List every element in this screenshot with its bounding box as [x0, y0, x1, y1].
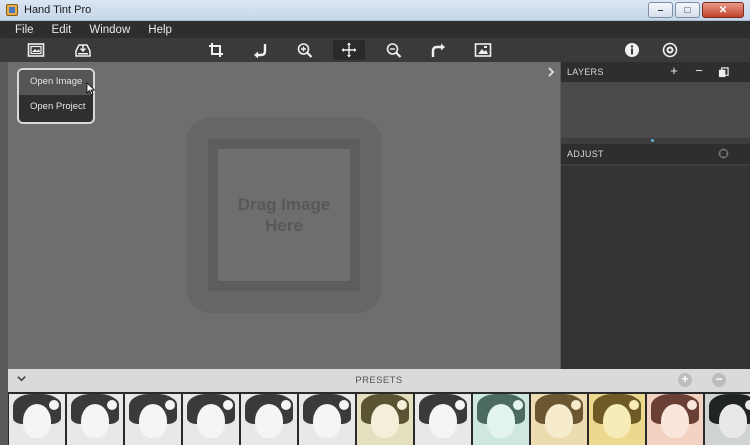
chevron-right-icon[interactable]: [545, 66, 557, 78]
layers-header: LAYERS + −: [561, 62, 750, 82]
preset-thumbnail[interactable]: [357, 394, 413, 445]
preset-thumbnail-face: [487, 404, 515, 438]
settings-icon[interactable]: [654, 40, 686, 60]
layers-title: LAYERS: [567, 67, 604, 77]
presets-title: PRESETS: [355, 375, 403, 386]
preset-thumbnail[interactable]: [9, 394, 65, 445]
reset-adjust-icon[interactable]: [716, 147, 730, 162]
preset-thumbnail-flower: [685, 398, 699, 412]
close-icon: ✕: [718, 4, 728, 16]
maximize-button[interactable]: □: [675, 2, 700, 18]
preset-thumbnail[interactable]: [589, 394, 645, 445]
preset-thumbnail-flower: [511, 398, 525, 412]
drop-zone-label: Drag Image Here: [237, 195, 331, 235]
preset-thumbnail-face: [545, 404, 573, 438]
remove-layer-icon[interactable]: −: [692, 63, 706, 78]
presets-header: PRESETS + −: [8, 369, 750, 392]
preset-thumbnail[interactable]: [473, 394, 529, 445]
fit-image-icon[interactable]: [467, 40, 499, 60]
preset-thumbnail-face: [23, 404, 51, 438]
preset-thumbnail-face: [313, 404, 341, 438]
window-controls: – □ ✕: [648, 2, 744, 18]
rotate-left-icon[interactable]: [245, 40, 277, 60]
open-image-icon[interactable]: [20, 40, 52, 60]
preset-thumbnail-flower: [47, 398, 61, 412]
adjust-panel-body: [561, 166, 750, 369]
menu-file[interactable]: File: [6, 21, 43, 38]
preset-thumbnail[interactable]: [705, 394, 750, 445]
preset-thumbnail-flower: [221, 398, 235, 412]
info-icon[interactable]: [616, 40, 648, 60]
preset-thumbnail-face: [661, 404, 689, 438]
preset-thumbnail[interactable]: [67, 394, 123, 445]
app-logo-icon: [6, 4, 18, 16]
minimize-icon: –: [657, 4, 664, 16]
preset-thumbnail-face: [197, 404, 225, 438]
preset-thumbnail-flower: [105, 398, 119, 412]
mouse-cursor-icon: [86, 82, 96, 96]
preset-thumbnail[interactable]: [183, 394, 239, 445]
preset-thumbnail-face: [255, 404, 283, 438]
rotate-right-icon[interactable]: [422, 40, 454, 60]
preset-thumbnail[interactable]: [415, 394, 471, 445]
preset-thumbnail-face: [429, 404, 457, 438]
preset-thumbnail-face: [81, 404, 109, 438]
preset-thumbnail-face: [719, 404, 747, 438]
menu-help[interactable]: Help: [139, 21, 181, 38]
close-button[interactable]: ✕: [702, 2, 744, 18]
open-dropdown-menu: Open Image Open Project: [17, 68, 95, 124]
preset-thumbnail[interactable]: [647, 394, 703, 445]
minimize-button[interactable]: –: [648, 2, 673, 18]
toolbar: [0, 38, 750, 62]
preset-thumbnail-flower: [743, 398, 750, 412]
right-panel: LAYERS + − ADJUST: [561, 62, 750, 369]
preset-thumbnail-face: [371, 404, 399, 438]
panel-resize-handle[interactable]: [651, 139, 654, 142]
presets-strip: [8, 392, 750, 445]
app-window: Hand Tint Pro – □ ✕ File Edit Window Hel…: [0, 0, 750, 445]
add-layer-icon[interactable]: +: [667, 63, 681, 78]
preset-thumbnail[interactable]: [241, 394, 297, 445]
layers-list[interactable]: [561, 82, 750, 138]
title-bar: Hand Tint Pro – □ ✕: [0, 0, 750, 21]
zoom-out-icon[interactable]: [378, 40, 410, 60]
adjust-header: ADJUST: [561, 144, 750, 164]
menu-bar: File Edit Window Help: [0, 21, 750, 38]
open-project-menu-item[interactable]: Open Project: [19, 95, 93, 120]
preset-thumbnail-flower: [627, 398, 641, 412]
add-preset-button[interactable]: +: [678, 373, 692, 387]
preset-thumbnail-face: [603, 404, 631, 438]
save-icon[interactable]: [67, 40, 99, 60]
menu-edit[interactable]: Edit: [43, 21, 81, 38]
remove-preset-button[interactable]: −: [712, 373, 726, 387]
maximize-icon: □: [684, 4, 691, 16]
zoom-in-icon[interactable]: [289, 40, 321, 60]
preset-thumbnail-flower: [279, 398, 293, 412]
preset-thumbnail-face: [139, 404, 167, 438]
preset-thumbnail-flower: [453, 398, 467, 412]
duplicate-layer-icon[interactable]: [716, 66, 730, 81]
window-title: Hand Tint Pro: [24, 4, 92, 16]
menu-window[interactable]: Window: [80, 21, 139, 38]
adjust-title: ADJUST: [567, 149, 604, 159]
preset-thumbnail-flower: [569, 398, 583, 412]
preset-thumbnail[interactable]: [125, 394, 181, 445]
preset-thumbnail-flower: [395, 398, 409, 412]
move-icon[interactable]: [333, 40, 365, 60]
drop-zone[interactable]: Drag Image Here: [186, 117, 382, 313]
preset-thumbnail[interactable]: [299, 394, 355, 445]
open-image-menu-item[interactable]: Open Image: [19, 70, 93, 95]
preset-thumbnail-flower: [163, 398, 177, 412]
preset-thumbnail[interactable]: [531, 394, 587, 445]
crop-icon[interactable]: [200, 40, 232, 60]
preset-thumbnail-flower: [337, 398, 351, 412]
